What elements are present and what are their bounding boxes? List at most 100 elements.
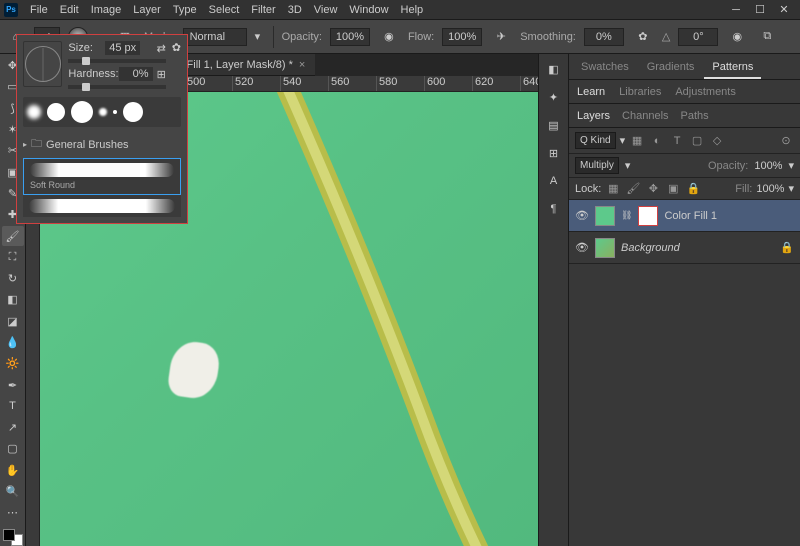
brush-tip[interactable] xyxy=(123,102,143,122)
tab-channels[interactable]: Channels xyxy=(622,110,668,122)
lock-all-icon[interactable]: 🔒 xyxy=(685,181,701,197)
blur-tool[interactable]: 💧 xyxy=(2,333,24,352)
paragraph-icon[interactable]: ¶ xyxy=(543,198,565,220)
fill-input[interactable]: 100% xyxy=(756,183,784,195)
tab-layers[interactable]: Layers xyxy=(577,110,610,122)
smoothing-gear-icon[interactable]: ✿ xyxy=(632,26,654,48)
mask-thumbnail[interactable] xyxy=(638,206,658,226)
brush-tip[interactable] xyxy=(27,105,41,119)
layer-row[interactable]: 👁 ⛓ Color Fill 1 xyxy=(569,200,800,232)
menu-file[interactable]: File xyxy=(24,4,54,16)
menu-image[interactable]: Image xyxy=(85,4,128,16)
menu-type[interactable]: Type xyxy=(167,4,203,16)
chevron-down-icon[interactable]: ▾ xyxy=(255,30,265,43)
lock-artboard-icon[interactable]: ▣ xyxy=(665,181,681,197)
layer-thumbnail[interactable] xyxy=(595,206,615,226)
smoothing-input[interactable]: 0% xyxy=(584,28,624,46)
lock-paint-icon[interactable]: 🖌 xyxy=(625,181,641,197)
stamp-tool[interactable]: ⛶ xyxy=(2,248,24,267)
color-swatches[interactable] xyxy=(3,529,23,546)
chevron-down-icon[interactable]: ▾ xyxy=(788,182,794,195)
brush-tip[interactable] xyxy=(99,108,107,116)
flow-input[interactable]: 100% xyxy=(442,28,482,46)
blend-opacity-input[interactable]: 100% xyxy=(754,160,782,172)
filter-shape-icon[interactable]: ▢ xyxy=(689,133,705,149)
foreground-color[interactable] xyxy=(3,529,15,541)
menu-view[interactable]: View xyxy=(308,4,344,16)
brush-item[interactable]: Hard Round xyxy=(23,195,181,217)
link-icon[interactable]: ⛓ xyxy=(621,210,632,221)
lock-position-icon[interactable]: ✥ xyxy=(645,181,661,197)
tab-patterns[interactable]: Patterns xyxy=(704,57,761,79)
layer-filter-select[interactable]: Q Kind xyxy=(575,132,616,149)
brush-group[interactable]: 🗀 General Brushes xyxy=(23,135,181,154)
eraser-tool[interactable]: ◧ xyxy=(2,290,24,309)
lock-transparency-icon[interactable]: ▦ xyxy=(605,181,621,197)
layer-name[interactable]: Background xyxy=(621,242,680,254)
tab-libraries[interactable]: Libraries xyxy=(619,86,661,98)
chevron-down-icon[interactable]: ▾ xyxy=(788,159,794,172)
chevron-down-icon[interactable]: ▾ xyxy=(625,159,631,172)
filter-pixel-icon[interactable]: ▦ xyxy=(629,133,645,149)
brush-tip[interactable] xyxy=(47,103,65,121)
brush-tip[interactable] xyxy=(71,101,93,123)
tab-learn[interactable]: Learn xyxy=(577,86,605,98)
visibility-icon[interactable]: 👁 xyxy=(575,241,589,254)
properties-icon[interactable]: ⊞ xyxy=(543,142,565,164)
dodge-tool[interactable]: 🔆 xyxy=(2,354,24,373)
tab-paths[interactable]: Paths xyxy=(681,110,709,122)
minimize-button[interactable]: ─ xyxy=(730,4,742,16)
layer-row[interactable]: 👁 Background 🔒 xyxy=(569,232,800,264)
filter-adjust-icon[interactable]: ◐ xyxy=(649,133,665,149)
menu-edit[interactable]: Edit xyxy=(54,4,85,16)
brush-angle-preview[interactable] xyxy=(23,41,62,87)
close-button[interactable]: ✕ xyxy=(778,4,790,16)
visibility-icon[interactable]: 👁 xyxy=(575,209,589,222)
angle-input[interactable]: 0° xyxy=(678,28,718,46)
mode-select[interactable]: Normal xyxy=(183,28,247,46)
path-tool[interactable]: ↗ xyxy=(2,418,24,437)
airbrush-icon[interactable]: ✈ xyxy=(490,26,512,48)
hand-tool[interactable]: ✋ xyxy=(2,461,24,480)
new-brush-icon[interactable]: ⊞ xyxy=(157,68,166,81)
brush-tool[interactable]: 🖌 xyxy=(2,226,24,245)
tab-adjustments[interactable]: Adjustments xyxy=(675,86,736,98)
chevron-down-icon[interactable]: ▾ xyxy=(620,134,626,147)
gear-icon[interactable]: ✿ xyxy=(172,41,181,54)
zoom-tool[interactable]: 🔍 xyxy=(2,482,24,501)
menu-3d[interactable]: 3D xyxy=(282,4,308,16)
maximize-button[interactable]: ☐ xyxy=(754,4,766,16)
brush-tip[interactable] xyxy=(113,110,117,114)
history-brush-tool[interactable]: ↻ xyxy=(2,269,24,288)
type-tool[interactable]: T xyxy=(2,397,24,416)
gradient-tool[interactable]: ◪ xyxy=(2,312,24,331)
menu-layer[interactable]: Layer xyxy=(127,4,167,16)
filter-toggle[interactable]: ⊙ xyxy=(778,133,794,149)
layer-name[interactable]: Color Fill 1 xyxy=(664,210,717,222)
character-icon[interactable]: A xyxy=(543,170,565,192)
menu-window[interactable]: Window xyxy=(343,4,394,16)
blend-mode-select[interactable]: Multiply xyxy=(575,157,619,174)
size-slider[interactable] xyxy=(68,59,165,63)
close-tab-icon[interactable]: × xyxy=(299,59,305,71)
history-icon[interactable]: ▤ xyxy=(543,114,565,136)
pressure-size-icon[interactable]: ◉ xyxy=(726,26,748,48)
shape-tool[interactable]: ▢ xyxy=(2,439,24,458)
pen-tool[interactable]: ✒ xyxy=(2,375,24,394)
opacity-input[interactable]: 100% xyxy=(330,28,370,46)
size-input[interactable]: 45 px xyxy=(105,41,140,55)
filter-type-icon[interactable]: T xyxy=(669,133,685,149)
histogram-icon[interactable]: ✦ xyxy=(543,86,565,108)
filter-smart-icon[interactable]: ◇ xyxy=(709,133,725,149)
tab-swatches[interactable]: Swatches xyxy=(573,57,637,79)
flip-icon[interactable]: ⇄ xyxy=(157,42,166,55)
brush-item[interactable]: Soft Round xyxy=(23,158,181,195)
color-panel-icon[interactable]: ◧ xyxy=(543,58,565,80)
tab-gradients[interactable]: Gradients xyxy=(639,57,703,79)
menu-filter[interactable]: Filter xyxy=(245,4,281,16)
edit-toolbar[interactable]: ⋯ xyxy=(2,503,24,522)
hardness-slider[interactable] xyxy=(68,85,165,89)
menu-select[interactable]: Select xyxy=(203,4,246,16)
layer-thumbnail[interactable] xyxy=(595,238,615,258)
symmetry-icon[interactable]: ⧉ xyxy=(756,26,778,48)
